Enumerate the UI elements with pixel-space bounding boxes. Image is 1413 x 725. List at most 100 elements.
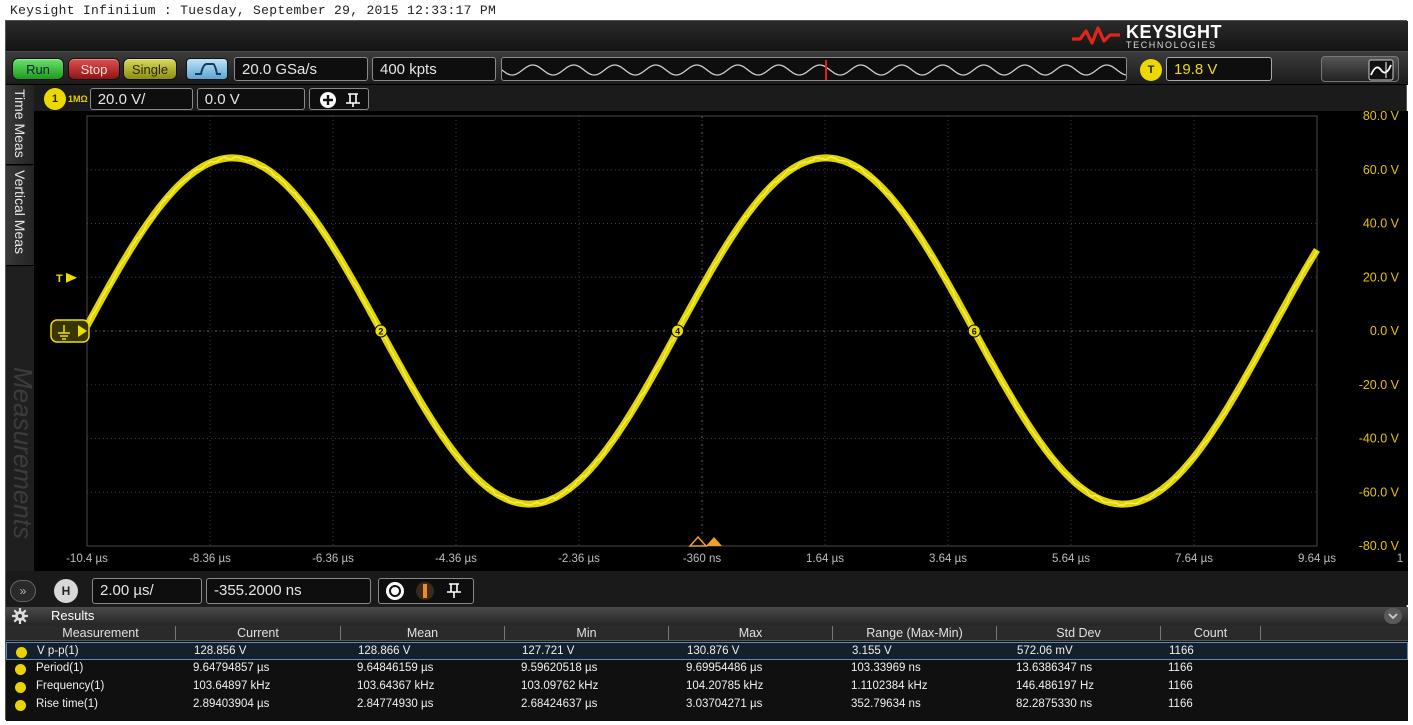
current-value: 9.64794857 µs: [193, 662, 270, 674]
keysight-wave-icon: [1072, 26, 1120, 45]
column-header-min[interactable]: Min: [505, 626, 669, 640]
std-dev-value: 82.2875330 ns: [1016, 698, 1093, 710]
overview-waveform: [502, 60, 1126, 80]
y-tick-label: 20.0 V: [1363, 270, 1400, 284]
y-tick-label: 40.0 V: [1363, 217, 1400, 231]
channel-1-indicator-icon: [15, 682, 26, 693]
vertical-offset-field[interactable]: 0.0 V: [196, 88, 305, 110]
tab-vertical-meas[interactable]: Vertical Meas: [6, 166, 34, 266]
std-dev-value: 13.6386347 ns: [1016, 662, 1093, 674]
collapse-results-button[interactable]: [1384, 608, 1402, 624]
touch-mode-button[interactable]: [1321, 56, 1399, 82]
y-tick-label: 0.0 V: [1370, 324, 1400, 338]
min-value: 127.721 V: [522, 645, 575, 657]
trigger-level-label: T: [56, 273, 63, 285]
column-header-range[interactable]: Range (Max-Min): [833, 626, 997, 640]
range-value: 3.155 V: [852, 645, 892, 657]
range-value: 1.1102384 kHz: [851, 680, 928, 692]
x-tick-label: 1.64 µs: [806, 553, 844, 565]
horizontal-badge[interactable]: H: [54, 579, 78, 603]
current-value: 2.89403904 µs: [193, 698, 270, 710]
acquisition-mode-button[interactable]: [186, 58, 228, 80]
column-header-mean[interactable]: Mean: [341, 626, 505, 640]
tab-measurements[interactable]: Measurements: [6, 267, 38, 573]
count-value: 1166: [1168, 662, 1193, 674]
main-toolbar: Run Stop Single 20.0 GSa/s 400 kpts T 19…: [6, 51, 1408, 85]
max-value: 130.876 V: [687, 645, 740, 657]
table-row[interactable]: Rise time(1) 2.89403904 µs 2.84774930 µs…: [6, 696, 1408, 714]
channel-actions: [308, 88, 369, 110]
horizontal-scale-field[interactable]: 2.00 µs/: [92, 578, 202, 604]
oscilloscope-app: KEYSIGHT TECHNOLOGIES Run Stop Single 20…: [5, 20, 1408, 721]
brand-bar: KEYSIGHT TECHNOLOGIES: [6, 21, 1408, 51]
column-header-current[interactable]: Current: [176, 626, 341, 640]
count-value: 1166: [1169, 645, 1194, 657]
min-value: 2.68424637 µs: [521, 698, 598, 710]
mean-value: 9.64846159 µs: [357, 662, 434, 674]
horizontal-control-bar: » H 2.00 µs/ -355.2000 ns: [6, 571, 1408, 605]
pulse-icon: [195, 63, 221, 75]
measurement-name: Rise time(1): [36, 698, 98, 710]
single-button[interactable]: Single: [123, 58, 177, 80]
count-value: 1166: [1168, 680, 1193, 692]
y-tick-label: 80.0 V: [1363, 111, 1400, 123]
stop-button[interactable]: Stop: [68, 58, 120, 80]
y-tick-label: -80.0 V: [1359, 539, 1400, 553]
x-tick-label: -6.36 µs: [312, 553, 354, 565]
y-tick-label: -40.0 V: [1359, 432, 1400, 446]
current-value: 103.64897 kHz: [193, 680, 271, 692]
memory-depth-field[interactable]: 400 kpts: [372, 57, 496, 81]
horizontal-action-icons: [386, 582, 461, 600]
run-button[interactable]: Run: [12, 58, 64, 80]
channel-1-badge[interactable]: 1: [44, 88, 66, 110]
results-header[interactable]: Results: [6, 607, 1408, 625]
table-row[interactable]: Frequency(1) 103.64897 kHz 103.64367 kHz…: [6, 678, 1408, 696]
table-row[interactable]: V p-p(1) 128.856 V 128.866 V 127.721 V 1…: [6, 642, 1408, 660]
edge-marker-label: 4: [675, 327, 680, 337]
sample-rate-field[interactable]: 20.0 GSa/s: [234, 57, 368, 81]
results-table-header: Measurement Current Mean Min Max Range (…: [6, 625, 1408, 641]
y-tick-label: 60.0 V: [1363, 163, 1400, 177]
column-header-max[interactable]: Max: [669, 626, 833, 640]
range-value: 352.79634 ns: [851, 698, 921, 710]
gear-icon[interactable]: [12, 608, 28, 624]
crosshair-wave-icon: [1368, 59, 1394, 81]
max-value: 9.69954486 µs: [686, 662, 763, 674]
trigger-badge[interactable]: T: [1140, 59, 1162, 81]
vertical-scale-field[interactable]: 20.0 V/: [89, 88, 193, 110]
horizontal-position-field[interactable]: -355.2000 ns: [206, 578, 371, 604]
waveform-overview[interactable]: [501, 57, 1127, 81]
zoom-icon[interactable]: [386, 582, 404, 600]
expand-panel-button[interactable]: »: [10, 580, 36, 602]
results-table: Measurement Current Mean Min Max Range (…: [6, 625, 1408, 721]
window-title: Keysight Infiniium : Tuesday, September …: [0, 0, 1413, 20]
column-header-measurement[interactable]: Measurement: [26, 626, 176, 640]
current-value: 128.856 V: [194, 645, 247, 657]
channel-impedance-label: 1MΩ: [68, 94, 88, 104]
range-value: 103.33969 ns: [851, 662, 921, 674]
measurement-name: V p-p(1): [37, 645, 79, 657]
tab-time-meas[interactable]: Time Meas: [6, 85, 34, 165]
std-dev-value: 146.486197 Hz: [1016, 680, 1095, 692]
count-value: 1166: [1168, 698, 1193, 710]
waveform-graticule[interactable]: -10.4 µs -8.36 µs -6.36 µs -4.36 µs -2.36 µs…: [34, 111, 1408, 581]
pin-icon[interactable]: [345, 93, 360, 107]
results-title: Results: [51, 608, 95, 623]
edge-marker-label: 2: [378, 327, 383, 337]
max-value: 3.03704271 µs: [686, 698, 763, 710]
table-row[interactable]: Period(1) 9.64794857 µs 9.64846159 µs 9.…: [6, 660, 1408, 678]
x-tick-label: 3.64 µs: [929, 553, 967, 565]
column-header-count[interactable]: Count: [1161, 626, 1261, 640]
x-tick-label: -10.4 µs: [66, 553, 108, 565]
measurement-name: Period(1): [36, 662, 84, 674]
x-tick-label: 5.64 µs: [1052, 553, 1090, 565]
brand-subtitle: TECHNOLOGIES: [1126, 39, 1217, 50]
column-header-std-dev[interactable]: Std Dev: [997, 626, 1161, 640]
horizontal-actions: [378, 578, 474, 604]
trigger-level-field[interactable]: 19.8 V: [1166, 57, 1272, 81]
y-tick-label: -20.0 V: [1359, 378, 1400, 392]
channel-1-indicator-icon: [15, 664, 26, 675]
horizontal-pin-icon[interactable]: [447, 583, 461, 598]
x-axis-extra-label: 1: [1397, 553, 1403, 565]
waveform-display[interactable]: -10.4 µs -8.36 µs -6.36 µs -4.36 µs -2.36 µs…: [34, 111, 1408, 581]
